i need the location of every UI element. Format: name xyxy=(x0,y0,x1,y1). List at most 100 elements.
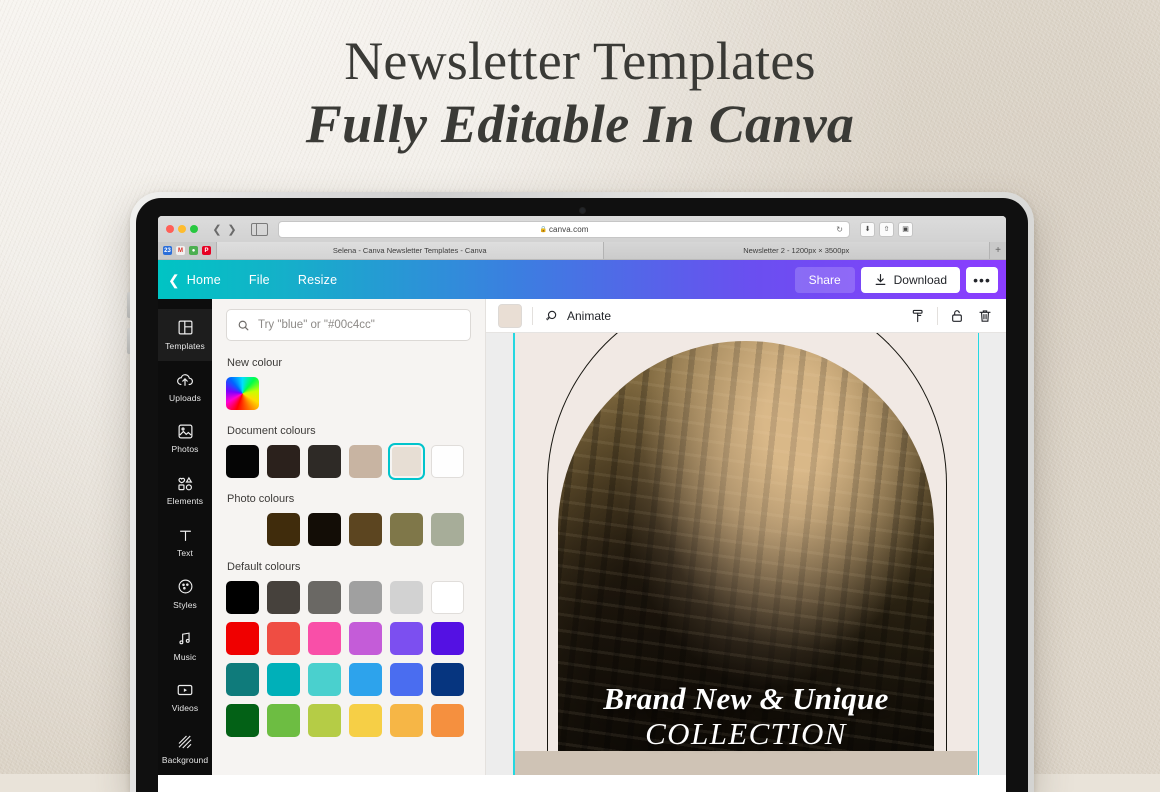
default-colour-swatch-15[interactable] xyxy=(349,663,382,696)
default-colour-swatch-16[interactable] xyxy=(390,663,423,696)
browser-toolbar-actions[interactable]: ⬇ ⇧ ▣ xyxy=(860,221,913,237)
default-colour-swatch-23[interactable] xyxy=(431,704,464,737)
default-colour-swatch-11[interactable] xyxy=(431,622,464,655)
sidebar-item-uploads[interactable]: Uploads xyxy=(158,361,212,413)
artwork-title-block[interactable]: Brand New & Unique COLLECTION xyxy=(515,681,977,753)
volume-down-button[interactable] xyxy=(127,328,130,354)
photo-thumbnail[interactable] xyxy=(226,513,259,546)
document-colour-swatch-1[interactable] xyxy=(267,445,300,478)
reload-icon[interactable]: ↻ xyxy=(836,225,843,234)
default-colour-swatch-3[interactable] xyxy=(349,581,382,614)
sidebar-item-videos[interactable]: Videos xyxy=(158,671,212,723)
left-tool-rail: Templates Uploads Photos Elements Text S… xyxy=(158,299,212,775)
file-menu-button[interactable]: File xyxy=(235,273,284,287)
default-colour-swatch-0[interactable] xyxy=(226,581,259,614)
browser-tab-2[interactable]: Newsletter 2 - 1200px × 3500px xyxy=(602,242,989,259)
sidebar-item-text[interactable]: Text xyxy=(158,516,212,568)
default-colour-swatch-2[interactable] xyxy=(308,581,341,614)
bookmark-favicon-gmail[interactable]: M xyxy=(176,246,185,255)
sidebar-toggle-icon[interactable] xyxy=(251,222,268,236)
default-colour-swatch-21[interactable] xyxy=(349,704,382,737)
rainbow-colour-picker[interactable] xyxy=(226,377,259,410)
maximize-window-button[interactable] xyxy=(190,225,198,233)
bookmarks-bar[interactable]: 23 M ● P xyxy=(158,242,216,259)
back-icon[interactable]: ❮ xyxy=(210,223,224,236)
chevron-left-icon[interactable]: ❮ xyxy=(168,273,180,287)
colour-search-field[interactable]: Try "blue" or "#00c4cc" xyxy=(226,309,471,341)
animate-button[interactable]: Animate xyxy=(543,308,611,324)
resize-button[interactable]: Resize xyxy=(284,273,351,287)
sidebar-label-templates: Templates xyxy=(165,340,205,351)
tab-overview-icon[interactable]: ▣ xyxy=(898,221,913,237)
browser-navigation[interactable]: ❮ ❯ xyxy=(210,223,239,236)
photo-colour-swatch-1[interactable] xyxy=(308,513,341,546)
paint-roller-icon[interactable] xyxy=(909,307,927,325)
download-button[interactable]: Download xyxy=(860,266,960,293)
address-bar[interactable]: 🔒 canva.com ↻ xyxy=(278,220,850,238)
default-colour-swatch-14[interactable] xyxy=(308,663,341,696)
home-button[interactable]: Home xyxy=(187,273,235,287)
default-colour-swatch-5[interactable] xyxy=(431,581,464,614)
default-colour-swatch-19[interactable] xyxy=(267,704,300,737)
editor-body: Templates Uploads Photos Elements Text S… xyxy=(158,299,1006,775)
document-colour-swatch-2[interactable] xyxy=(308,445,341,478)
design-page[interactable]: Brand New & Unique COLLECTION xyxy=(515,333,977,775)
default-colour-swatch-1[interactable] xyxy=(267,581,300,614)
default-colour-swatch-8[interactable] xyxy=(308,622,341,655)
sidebar-item-templates[interactable]: Templates xyxy=(158,309,212,361)
tablet-screen: ❮ ❯ 🔒 canva.com ↻ ⬇ ⇧ ▣ 23 M ● P Selena … xyxy=(158,216,1006,792)
document-colours-section: Document colours xyxy=(226,425,471,478)
sidebar-item-elements[interactable]: Elements xyxy=(158,464,212,516)
video-play-icon xyxy=(176,681,194,699)
sidebar-item-background[interactable]: Background xyxy=(158,723,212,775)
default-colour-swatch-7[interactable] xyxy=(267,622,300,655)
lock-icon: 🔒 xyxy=(539,226,547,233)
default-colour-swatch-20[interactable] xyxy=(308,704,341,737)
window-traffic-lights[interactable] xyxy=(164,225,198,233)
volume-up-button[interactable] xyxy=(127,292,130,318)
default-colour-swatch-4[interactable] xyxy=(390,581,423,614)
close-window-button[interactable] xyxy=(166,225,174,233)
browser-tab-1[interactable]: Selena - Canva Newsletter Templates - Ca… xyxy=(216,242,603,259)
sidebar-label-text: Text xyxy=(177,548,193,559)
lock-open-icon[interactable] xyxy=(948,307,966,325)
fill-colour-button[interactable] xyxy=(498,303,522,328)
trash-icon[interactable] xyxy=(976,307,994,325)
sidebar-item-styles[interactable]: Styles xyxy=(158,568,212,620)
browser-toolbar: ❮ ❯ 🔒 canva.com ↻ ⬇ ⇧ ▣ xyxy=(158,216,1006,242)
photo-colour-swatch-0[interactable] xyxy=(267,513,300,546)
document-colour-swatch-4[interactable] xyxy=(390,445,423,478)
default-colour-swatch-22[interactable] xyxy=(390,704,423,737)
photo-colour-swatch-2[interactable] xyxy=(349,513,382,546)
sidebar-item-photos[interactable]: Photos xyxy=(158,413,212,465)
document-colour-swatch-0[interactable] xyxy=(226,445,259,478)
minimize-window-button[interactable] xyxy=(178,225,186,233)
share-button[interactable]: Share xyxy=(794,266,855,293)
downloads-icon[interactable]: ⬇ xyxy=(860,221,875,237)
forward-icon[interactable]: ❯ xyxy=(225,223,239,236)
default-colour-swatch-17[interactable] xyxy=(431,663,464,696)
document-colour-swatch-3[interactable] xyxy=(349,445,382,478)
url-text: canva.com xyxy=(548,224,589,234)
share-icon[interactable]: ⇧ xyxy=(879,221,894,237)
photo-colour-swatch-3[interactable] xyxy=(390,513,423,546)
bookmark-favicon-calendar[interactable]: 23 xyxy=(163,246,172,255)
default-colour-swatch-10[interactable] xyxy=(390,622,423,655)
default-colour-swatch-13[interactable] xyxy=(267,663,300,696)
default-colour-swatch-6[interactable] xyxy=(226,622,259,655)
photo-colour-swatch-4[interactable] xyxy=(431,513,464,546)
headline-line-1: Newsletter Templates xyxy=(344,31,816,91)
tablet-bezel: ❮ ❯ 🔒 canva.com ↻ ⬇ ⇧ ▣ 23 M ● P Selena … xyxy=(136,198,1028,792)
default-colour-swatch-9[interactable] xyxy=(349,622,382,655)
document-colour-swatch-5[interactable] xyxy=(431,445,464,478)
default-colour-swatch-12[interactable] xyxy=(226,663,259,696)
bookmark-favicon-pinterest[interactable]: P xyxy=(202,246,211,255)
promo-headline: Newsletter Templates Fully Editable In C… xyxy=(0,31,1160,157)
bookmark-favicon-leaf[interactable]: ● xyxy=(189,246,198,255)
more-options-button[interactable]: ••• xyxy=(966,266,998,293)
photo-colour-swatches xyxy=(226,513,471,546)
default-colour-swatch-18[interactable] xyxy=(226,704,259,737)
sidebar-item-music[interactable]: Music xyxy=(158,620,212,672)
new-tab-button[interactable]: + xyxy=(989,242,1006,259)
front-camera xyxy=(580,208,585,213)
